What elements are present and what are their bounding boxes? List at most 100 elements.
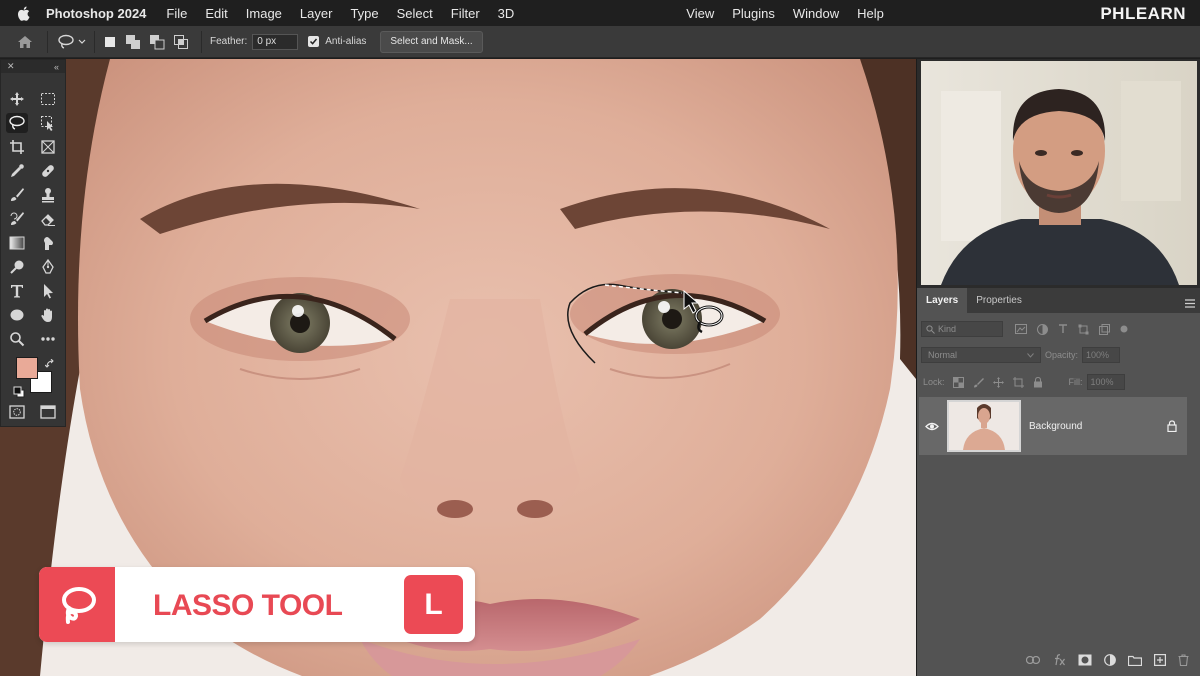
select-and-mask-button[interactable]: Select and Mask... [380,30,483,53]
add-mask-icon[interactable] [1078,654,1092,666]
path-selection-icon[interactable] [37,281,59,301]
object-selection-icon[interactable] [37,113,59,133]
lock-row: Lock: Fill: 100% [917,374,1200,390]
healing-brush-icon[interactable] [37,161,59,181]
link-layers-icon[interactable] [1026,656,1040,664]
pen-tool-icon[interactable] [37,257,59,277]
tab-layers[interactable]: Layers [917,288,968,313]
trash-icon[interactable] [1178,654,1189,666]
type-filter-icon[interactable] [1058,324,1068,334]
more-tools-icon[interactable] [37,329,59,349]
shortcut-key-badge: L [404,575,463,634]
chevron-down-icon [1027,352,1034,358]
new-layer-icon[interactable] [1154,654,1166,666]
right-panel: Layers Properties Kind Normal Opacity: 1… [916,59,1200,676]
pixel-filter-icon[interactable] [1015,324,1027,334]
collapse-icon[interactable]: « [54,62,59,72]
kind-filter-label: Kind [938,324,957,334]
adjustment-filter-icon[interactable] [1037,323,1048,335]
smart-object-filter-icon[interactable] [1099,323,1110,335]
dodge-tool-icon[interactable] [6,257,28,277]
move-tool-icon[interactable] [6,89,28,109]
new-selection-icon[interactable] [103,35,117,49]
filter-toggle-icon[interactable] [1120,325,1128,333]
fill-input[interactable]: 100% [1086,374,1125,390]
smudge-tool-icon[interactable] [37,233,59,253]
marquee-tool-icon[interactable] [37,89,59,109]
lock-all-icon[interactable] [1033,376,1043,388]
lock-icons [952,376,1043,388]
feather-input[interactable] [252,33,299,50]
lasso-badge-icon [39,567,115,642]
blend-mode-value: Normal [928,350,958,360]
panel-tabs: Layers Properties [917,288,1200,313]
crop-tool-icon[interactable] [6,137,28,157]
options-bar: Feather: Anti-alias Select and Mask... [0,26,1200,58]
intersect-selection-icon[interactable] [173,34,189,50]
clone-stamp-icon[interactable] [37,185,59,205]
app-name-menu[interactable]: Photoshop 2024 [46,6,146,21]
fx-icon[interactable] [1052,654,1066,666]
ellipse-tool-icon[interactable] [6,305,28,325]
foreground-color-swatch[interactable] [16,357,38,379]
lasso-preset-icon[interactable] [56,34,86,50]
menu-view[interactable]: View [686,6,714,21]
menu-3d[interactable]: 3D [498,6,515,21]
zoom-tool-icon[interactable] [6,329,28,349]
menu-bar: Photoshop 2024 File Edit Image Layer Typ… [0,0,1200,26]
menu-image[interactable]: Image [246,6,282,21]
menu-plugins[interactable]: Plugins [732,6,775,21]
divider [47,30,48,53]
kind-filter-select[interactable]: Kind [921,321,1003,337]
hand-tool-icon[interactable] [37,305,59,325]
lock-pixels-icon[interactable] [973,377,984,388]
subtract-from-selection-icon[interactable] [149,34,165,50]
layer-lock-icon [1167,419,1177,437]
frame-tool-icon[interactable] [37,137,59,157]
instructor-video [921,61,1197,285]
eyedropper-icon[interactable] [6,161,28,181]
apple-icon[interactable] [14,6,32,21]
menu-filter[interactable]: Filter [451,6,480,21]
close-icon[interactable]: ✕ [7,61,15,72]
blend-mode-select[interactable]: Normal [921,347,1041,363]
new-group-icon[interactable] [1128,655,1142,666]
toolbox-header: ✕ « [1,60,65,73]
eraser-icon[interactable] [37,209,59,229]
new-adjustment-icon[interactable] [1104,654,1116,666]
layer-name[interactable]: Background [1029,421,1082,432]
menu-help[interactable]: Help [857,6,884,21]
history-brush-icon[interactable] [6,209,28,229]
lock-transparent-icon[interactable] [952,376,964,388]
lock-position-icon[interactable] [992,376,1004,388]
add-to-selection-icon[interactable] [125,34,141,50]
default-colors-icon[interactable] [13,385,25,403]
menu-edit[interactable]: Edit [205,6,227,21]
gradient-tool-icon[interactable] [6,233,28,253]
lock-artboard-icon[interactable] [1012,376,1024,388]
eye-icon[interactable] [919,422,945,431]
type-tool-icon[interactable] [6,281,28,301]
screen-mode-icon[interactable] [37,402,59,422]
panel-menu-icon[interactable] [1185,295,1195,313]
antialias-checkbox[interactable] [308,36,320,47]
tab-properties[interactable]: Properties [967,288,1031,313]
menu-select[interactable]: Select [397,6,433,21]
layer-row-background[interactable]: Background [919,397,1187,455]
quick-mask-icon[interactable] [6,402,28,422]
opacity-value: 100% [1086,350,1110,360]
menu-layer[interactable]: Layer [300,6,333,21]
menu-file[interactable]: File [166,6,187,21]
feather-label: Feather: [210,36,248,47]
menu-type[interactable]: Type [350,6,378,21]
lasso-tool-icon[interactable] [6,113,28,133]
divider [94,30,95,53]
opacity-input[interactable]: 100% [1082,347,1121,363]
toolbox-panel: ✕ « [0,59,66,427]
tool-title: LASSO TOOL [153,589,343,622]
brush-tool-icon[interactable] [6,185,28,205]
lock-label: Lock: [923,377,945,387]
home-icon[interactable] [17,35,33,49]
menu-window[interactable]: Window [793,6,839,21]
shape-filter-icon[interactable] [1078,324,1089,335]
